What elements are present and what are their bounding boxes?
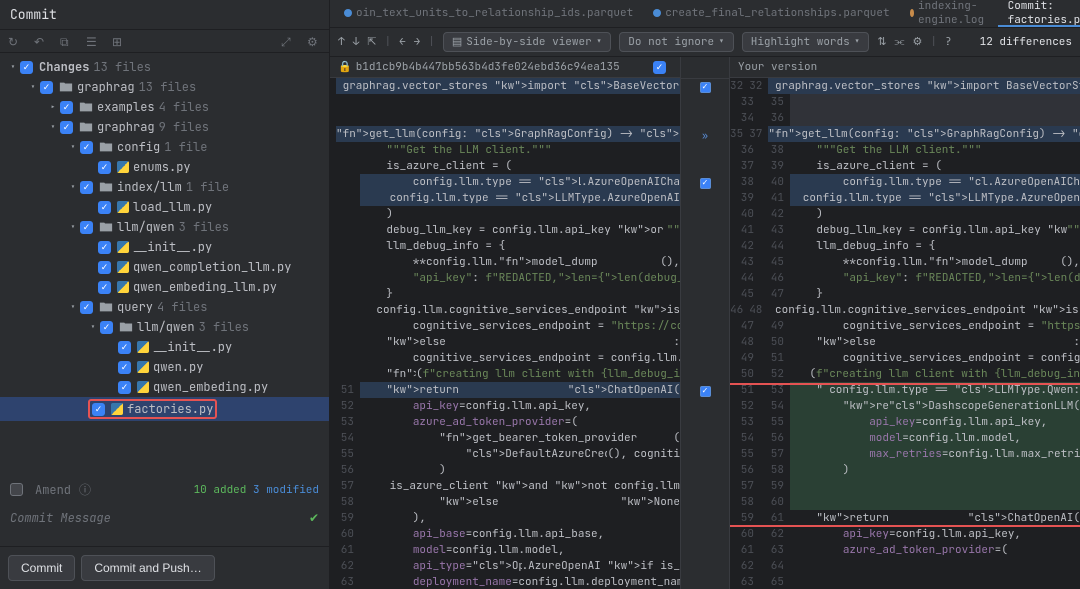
commit-button[interactable]: Commit [8,555,75,581]
highlight-select[interactable]: Highlight words▾ [742,32,870,52]
folder-graphrag[interactable]: ▾ graphrag13 files [0,77,329,97]
nav-right-icon[interactable]: → [414,35,421,49]
file-qcomp[interactable]: qwen_completion_llm.py [0,257,329,277]
tab-parquet1[interactable]: oin_text_units_to_relationship_ids.parqu… [334,0,643,27]
sidebar-toolbar: ↻ ↶ ⧉ ☰ ⊞ ⤢ ⚙ [0,30,329,53]
diff-view: 🔒 b1d1cb9b4b447bb563b4d3fe024ebd36c94ea13… [330,57,1080,589]
diff-count: 12 differences [980,35,1072,49]
nav-left-icon[interactable]: ← [399,35,406,49]
commit-push-button[interactable]: Commit and Push… [81,555,214,581]
collapse-icon[interactable]: ⇅ [877,35,886,49]
tab-parquet2[interactable]: create_final_relationships.parquet [643,0,899,27]
jump-icon[interactable]: ⇱ [367,35,376,49]
info-icon[interactable]: ⓘ [79,481,91,498]
file-init2[interactable]: __init__.py [0,337,329,357]
accept-chunk[interactable] [700,178,711,189]
editor-tabs: oin_text_units_to_relationship_ids.parqu… [330,0,1080,28]
sidebar-title: Commit [0,0,329,30]
python-icon [117,161,129,173]
file-loadllm[interactable]: load_llm.py [0,197,329,217]
file-qembed[interactable]: qwen_embeding_llm.py [0,277,329,297]
gear-icon[interactable]: ⚙ [912,35,922,49]
accept-chunk[interactable] [700,386,711,397]
folder-icon [59,80,73,94]
folder-llmqwen[interactable]: ▾ llm/qwen3 files [0,217,329,237]
left-revision: b1d1cb9b4b447bb563b4d3fe024ebd36c94ea135 [356,60,620,74]
group-icon[interactable]: ⊞ [112,34,126,48]
file-init[interactable]: __init__.py [0,237,329,257]
folder-config[interactable]: ▾ config1 file [0,137,329,157]
tab-log[interactable]: indexing-engine.log [900,0,998,27]
amend-checkbox[interactable] [10,483,23,496]
diff-toolbar: ↑ ↓ ⇱ | ← → | ▤ Side-by-side viewer▾ Do … [330,28,1080,57]
sidebar-footer: Commit Commit and Push… [0,546,329,589]
checkbox[interactable] [20,61,33,74]
ignore-select[interactable]: Do not ignore▾ [619,32,733,52]
diff-left-pane: 🔒 b1d1cb9b4b447bb563b4d3fe024ebd36c94ea13… [330,57,680,589]
shelf-icon[interactable]: ☰ [86,34,100,48]
folder-examples[interactable]: ▸ examples4 files [0,97,329,117]
viewer-mode-select[interactable]: ▤ Side-by-side viewer▾ [443,32,611,52]
settings-icon[interactable]: ⚙ [307,34,321,48]
file-factories[interactable]: factories.py [0,397,329,421]
amend-row: Amend ⓘ 10 added 3 modified [0,475,329,504]
next-diff-icon[interactable]: ↓ [353,35,360,49]
tab-commit[interactable]: Commit: factories.py [998,0,1080,27]
folder-llmqwen2[interactable]: ▾ llm/qwen3 files [0,317,329,337]
layout-icon: ▤ [452,35,462,49]
folder-query[interactable]: ▾ query4 files [0,297,329,317]
changes-tree: ▾ Changes 13 files ▾ graphrag13 files ▸ … [0,53,329,475]
lock-icon: 🔒 [338,60,352,74]
diff-icon[interactable]: ⧉ [60,34,74,48]
right-revision: Your version [738,60,817,74]
check-icon: ✔ [309,510,319,526]
help-icon[interactable]: ? [945,35,952,49]
sync-icon[interactable]: ⫘ [895,35,905,49]
file-qwen[interactable]: qwen.py [0,357,329,377]
prev-diff-icon[interactable]: ↑ [338,35,345,49]
commit-sidebar: Commit ↻ ↶ ⧉ ☰ ⊞ ⤢ ⚙ ▾ Changes 13 files … [0,0,330,589]
revert-icon[interactable]: ↶ [34,34,48,48]
folder-indexllm[interactable]: ▾ index/llm1 file [0,177,329,197]
commit-message-input[interactable]: Commit Message ✔ [0,504,329,546]
file-enums[interactable]: enums.py [0,157,329,177]
refresh-icon[interactable]: ↻ [8,34,22,48]
changes-root[interactable]: ▾ Changes 13 files [0,57,329,77]
diff-right-pane: Your version 3232"kw">from graphrag.vect… [730,57,1080,589]
diff-gutter: » [680,57,730,589]
file-qembed2[interactable]: qwen_embeding.py [0,377,329,397]
editor-main: oin_text_units_to_relationship_ids.parqu… [330,0,1080,589]
accept-chunk[interactable] [700,82,711,93]
folder-graphrag2[interactable]: ▾ graphrag9 files [0,117,329,137]
left-check[interactable] [653,61,666,74]
expand-icon[interactable]: ⤢ [281,34,295,48]
apply-arrow[interactable]: » [702,129,708,142]
